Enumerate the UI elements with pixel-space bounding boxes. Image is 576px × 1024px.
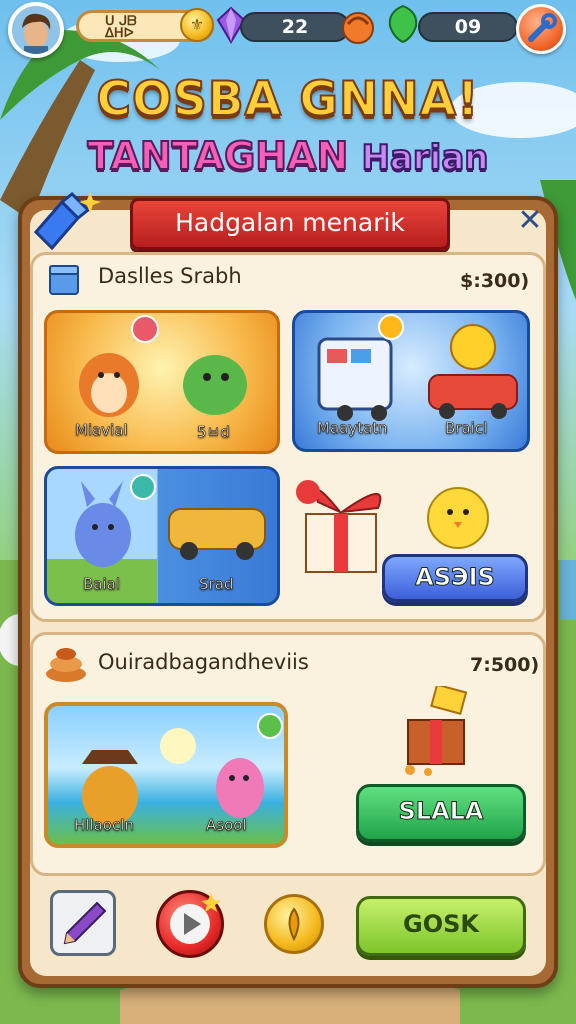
settings-button[interactable] [516, 4, 566, 54]
event-subtitle-main: TANTAGHAN [87, 133, 350, 179]
card-label: Miavial [75, 421, 128, 440]
orange-basket-icon [342, 12, 374, 44]
reward-card-bunny-car[interactable]: Baial Srad [44, 466, 280, 606]
section-2-title: Ouiradbagandheviis [98, 650, 309, 674]
section-1-price: $:300) [460, 270, 530, 292]
close-button[interactable]: ✕ [514, 206, 546, 238]
section-1-title: Daslles Srabh [98, 264, 242, 288]
panel-banner-title: Hadgalan menarik [175, 208, 405, 237]
avatar-portrait-icon [12, 6, 60, 54]
yellow-chick-icon [427, 487, 489, 549]
cookie-stack-icon [46, 648, 86, 682]
card-label: Baial [83, 575, 121, 594]
bunny-car-icon [47, 474, 266, 603]
card-label: Maaytatn [317, 419, 388, 438]
section-1-claim-button[interactable]: ASЭIS [382, 554, 528, 602]
coin-counter: 22 [240, 12, 350, 42]
wrench-icon [528, 13, 557, 42]
gem-counter: 09 [418, 12, 518, 42]
card-label: Srad [199, 575, 234, 594]
green-gem-icon [388, 4, 418, 44]
reward-card-pets[interactable]: Miavial 5ㅂd [44, 310, 280, 454]
event-subtitle: TANTAGHAN Harian [0, 133, 576, 179]
gold-coin-icon [288, 907, 300, 942]
edit-button[interactable] [50, 890, 116, 956]
pencil-icon [63, 901, 107, 945]
card-label: Braicl [445, 419, 488, 438]
event-title: COSBA GNNA! [96, 71, 480, 128]
section-2-price: 7:500) [470, 654, 540, 676]
top-bar: ᑌ ᒍᗷ ᐃᕼᐅ ⚜ 22 09 [0, 0, 576, 58]
go-button[interactable]: GOSK [356, 896, 526, 956]
reward-card-beach[interactable]: Hllaocln Asool [44, 702, 288, 848]
treasure-gift-icon [405, 686, 468, 776]
card-label: Hllaocln [74, 816, 135, 835]
play-icon [170, 893, 221, 944]
card-label: Asool [206, 816, 247, 835]
player-avatar[interactable] [8, 2, 64, 58]
event-subtitle-accent: Harian [361, 137, 490, 179]
coin-icon[interactable]: ⚜ [180, 8, 214, 42]
card-label: 5ㅂd [197, 423, 230, 442]
storage-box-icon [49, 265, 79, 295]
play-button[interactable] [156, 890, 224, 958]
section-2-claim-button[interactable]: SLALA [356, 784, 526, 842]
reward-card-vehicles[interactable]: Maaytatn Braicl [292, 310, 530, 452]
coin-button[interactable] [264, 894, 324, 954]
panel-banner: Hadgalan menarik [130, 198, 450, 250]
blue-crystal-icon [33, 191, 101, 251]
